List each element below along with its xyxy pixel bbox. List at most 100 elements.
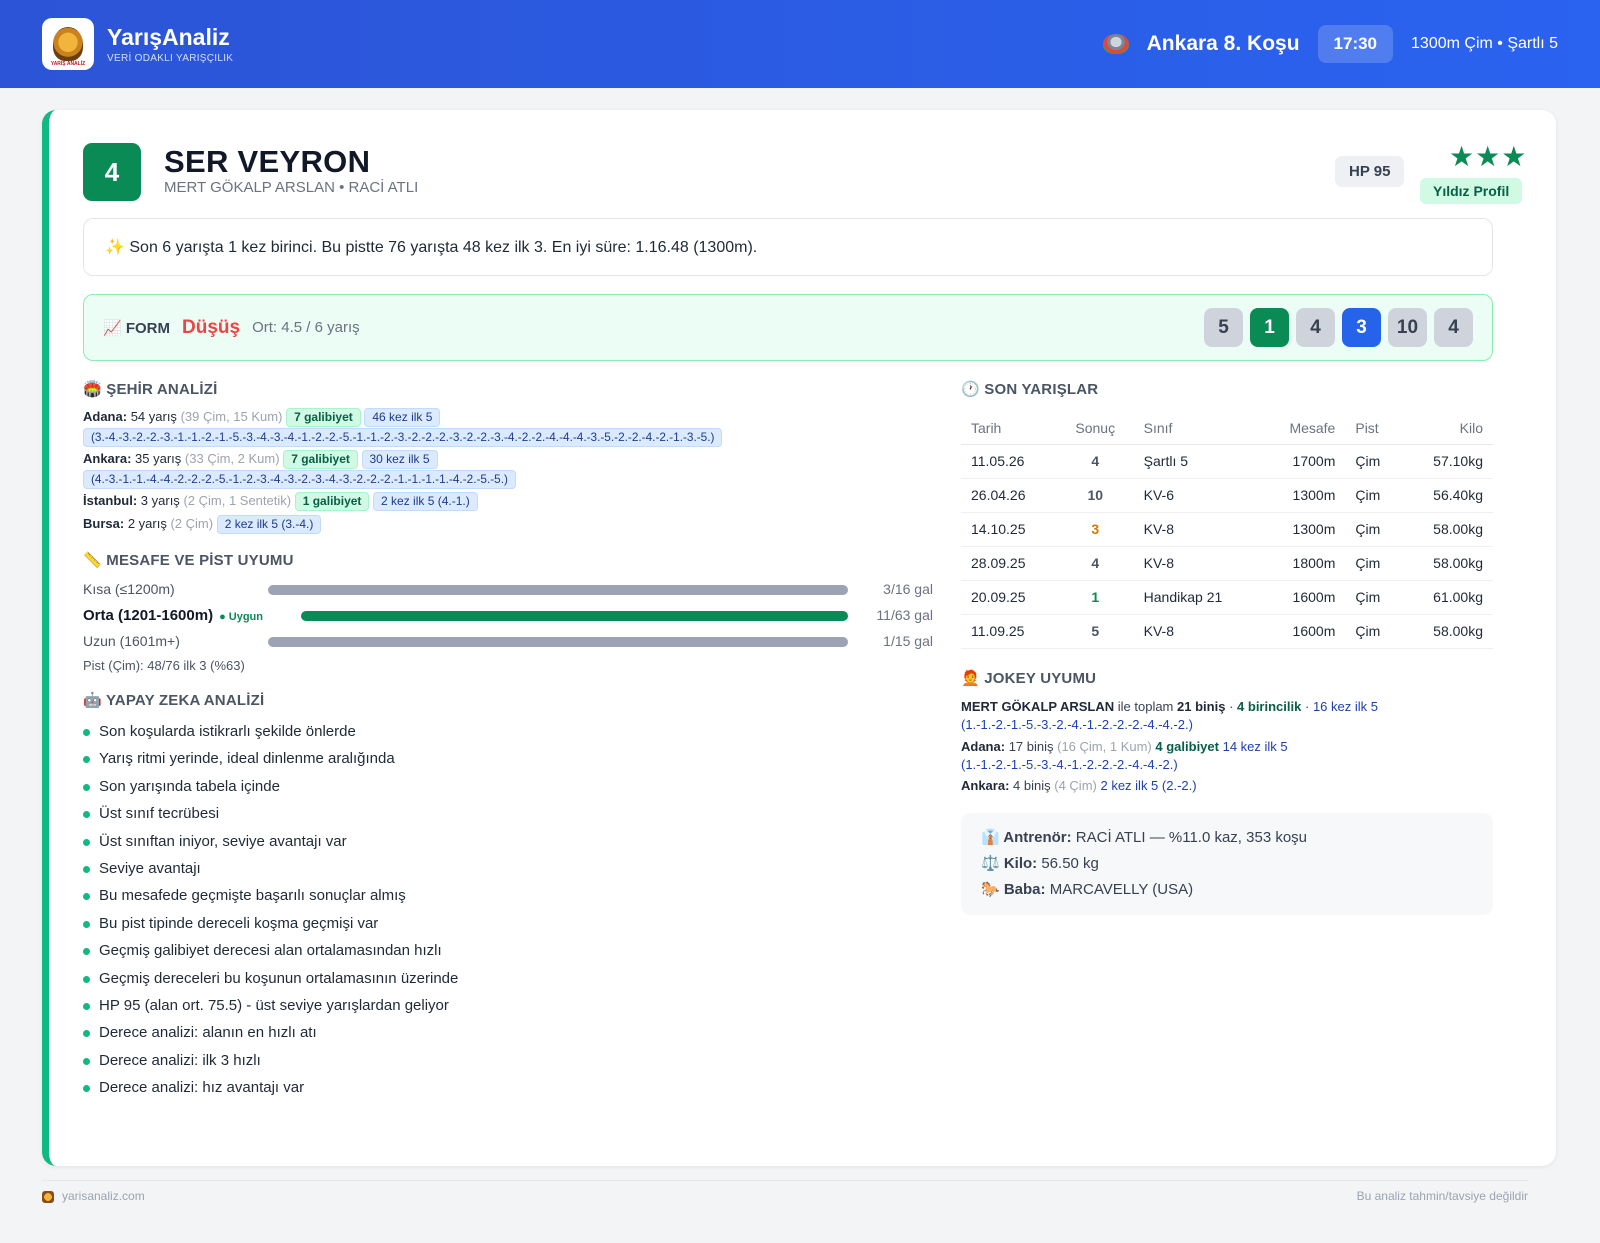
col-distance: Mesafe [1260, 412, 1346, 445]
race-result: 4 [1056, 546, 1134, 581]
horse-card: 4 SER VEYRON MERT GÖKALP ARSLAN • RACİ A… [42, 110, 1556, 1166]
race-date: 11.05.26 [961, 444, 1057, 479]
brand-tagline: VERİ ODAKLI YARIŞÇILIK [107, 53, 234, 64]
top5-tag: 2 kez ilk 5 (3.-4.) [216, 515, 322, 534]
hp-badge: HP 95 [1335, 156, 1405, 187]
ai-item: Geçmiş dereceleri bu koşunun ortalamasın… [83, 965, 933, 992]
race-track: Çim [1345, 546, 1404, 581]
ai-item: Bu pist tipinde dereceli koşma geçmişi v… [83, 910, 933, 937]
disclaimer: Bu analiz tahmin/tavsiye değildir [1356, 1189, 1528, 1203]
table-row[interactable]: 14.10.25 3 KV-8 1300m Çim 58.00kg [961, 512, 1493, 547]
jockey-sequence: (1.-1.-2.-1.-5.-3.-4.-1.-2.-2.-2.-4.-4.-… [961, 756, 1178, 772]
table-row[interactable]: 20.09.25 1 Handikap 21 1600m Çim 61.00kg [961, 580, 1493, 615]
form-result: 10 [1388, 308, 1427, 347]
jockey-name: MERT GÖKALP ARSLAN [961, 698, 1115, 714]
horse-name: SER VEYRON [164, 144, 371, 179]
jockey-city-row: Adana: 17 biniş (16 Çim, 1 Kum) 4 galibi… [961, 738, 1493, 774]
form-result: 4 [1296, 308, 1335, 347]
form-result: 1 [1250, 308, 1289, 347]
race-class: KV-8 [1133, 546, 1261, 581]
weight-value: 56.50 kg [1041, 854, 1099, 872]
form-trend: Düşüş [182, 316, 241, 338]
distance-row: Uzun (1601m+) 1/15 gal [83, 629, 933, 655]
distance-label: Orta (1201-1600m) [83, 607, 214, 624]
star-rating-icon: ★★★ [1449, 141, 1528, 172]
col-class: Sınıf [1133, 412, 1261, 445]
ai-item: Üst sınıf tecrübesi [83, 800, 933, 827]
footer-site: yarisanaliz.com [42, 1189, 145, 1203]
info-box: 👔 Antrenör: RACİ ATLI — %11.0 kaz, 353 k… [961, 812, 1493, 915]
race-date: 26.04.26 [961, 478, 1057, 513]
jockey-title: 🧑‍🦰 JOKEY UYUMU [961, 669, 1097, 687]
top5-count: 2 kez ilk 5 (2.-2.) [1100, 777, 1197, 793]
city-name: Ankara: [83, 451, 132, 466]
city-name: Adana: [961, 738, 1006, 754]
distance-bar [301, 611, 848, 621]
form-result: 3 [1342, 308, 1381, 347]
race-weight: 58.00kg [1403, 512, 1493, 547]
jockey-text: ile toplam [1117, 698, 1174, 714]
weight-label: ⚖️ Kilo: [981, 854, 1038, 872]
ai-item: Yarış ritmi yerinde, ideal dinlenme aral… [83, 745, 933, 772]
distance-label: Uzun (1601m+) [83, 633, 180, 649]
separator: · [1304, 698, 1310, 714]
recent-races-title: 🕐 SON YARIŞLAR [961, 381, 1099, 398]
city-detail: (2 Çim, 1 Sentetik) [183, 493, 292, 508]
logo[interactable]: YARIŞ ANALİZ [42, 18, 94, 70]
jockey-sequence: (1.-1.-2.-1.-5.-3.-2.-4.-1.-2.-2.-2.-4.-… [961, 716, 1193, 732]
race-distance: 1700m [1260, 444, 1346, 479]
brand-name: YarışAnaliz [107, 24, 230, 50]
race-class: KV-8 [1133, 512, 1261, 547]
race-distance: 1300m [1260, 478, 1346, 513]
city-row: Bursa: 2 yarış (2 Çim) 2 kez ilk 5 (3.-4… [83, 514, 933, 534]
race-class: KV-6 [1133, 478, 1261, 513]
race-date: 14.10.25 [961, 512, 1057, 547]
city-detail: (4 Çim) [1054, 777, 1097, 793]
distance-label-active: Orta (1201-1600m) ● Uygun [83, 607, 263, 624]
logo-text: YARIŞ ANALİZ [50, 61, 86, 67]
jockey-summary: MERT GÖKALP ARSLAN ile toplam 21 biniş ·… [961, 698, 1493, 734]
site-link[interactable]: yarisanaliz.com [62, 1189, 145, 1203]
table-row[interactable]: 11.05.26 4 Şartlı 5 1700m Çim 57.10kg [961, 444, 1493, 479]
ai-item: Derece analizi: hız avantajı var [83, 1074, 933, 1101]
distance-bar [268, 585, 848, 595]
distance-row: Kısa (≤1200m) 3/16 gal [83, 577, 933, 603]
city-detail: (16 Çim, 1 Kum) [1057, 738, 1152, 754]
distance-list: Kısa (≤1200m) 3/16 gal Orta (1201-1600m) ●… [83, 577, 933, 655]
city-name: Bursa: [83, 516, 125, 531]
jockey-total: 21 biniş [1177, 698, 1226, 714]
table-row[interactable]: 28.09.25 4 KV-8 1800m Çim 58.00kg [961, 546, 1493, 581]
city-count: 17 biniş [1008, 738, 1054, 754]
recent-races-table: Tarih Sonuç Sınıf Mesafe Pist Kilo 11.05… [961, 412, 1493, 649]
top5-tag: 46 kez ilk 5 [364, 408, 441, 427]
track-stat: Pist (Çim): 48/76 ilk 3 (%63) [83, 658, 245, 673]
city-count: 3 yarış [140, 493, 180, 508]
race-distance: 1300m [1260, 512, 1346, 547]
table-row[interactable]: 11.09.25 5 KV-8 1600m Çim 58.00kg [961, 614, 1493, 649]
trainer-label: 👔 Antrenör: [981, 828, 1072, 846]
sire-row: 🐎 Baba: MARCAVELLY (USA) [981, 877, 1473, 903]
right-column: 🕐 SON YARIŞLAR Tarih Sonuç Sınıf Mesafe … [961, 380, 1493, 915]
table-row[interactable]: 26.04.26 10 KV-6 1300m Çim 56.40kg [961, 478, 1493, 513]
race-track: Çim [1345, 580, 1404, 615]
fit-indicator: ● Uygun [219, 611, 264, 623]
top5-count: 14 kez ilk 5 [1222, 738, 1288, 754]
race-info: Ankara 8. Koşu 17:30 1300m Çim • Şartlı … [1102, 25, 1558, 63]
race-class: KV-8 [1133, 614, 1261, 649]
profile-badge: Yıldız Profil [1420, 178, 1523, 204]
race-date: 28.09.25 [961, 546, 1057, 581]
race-result: 4 [1056, 444, 1134, 479]
trainer-value: RACİ ATLI — %11.0 kaz, 353 koşu [1075, 828, 1308, 846]
race-date: 11.09.25 [961, 614, 1057, 649]
race-class: Handikap 21 [1133, 580, 1261, 615]
race-time-badge: 17:30 [1317, 25, 1394, 63]
city-row: İstanbul: 3 yarış (2 Çim, 1 Sentetik) 1 … [83, 491, 933, 511]
form-result: 5 [1204, 308, 1243, 347]
win-count: 4 galibiyet [1155, 738, 1219, 754]
race-distance: 1800m [1260, 546, 1346, 581]
trainer-row: 👔 Antrenör: RACİ ATLI — %11.0 kaz, 353 k… [981, 825, 1473, 851]
race-weight: 61.00kg [1403, 580, 1493, 615]
city-detail: (39 Çim, 15 Kum) [180, 409, 283, 424]
ai-item: Bu mesafede geçmişte başarılı sonuçlar a… [83, 882, 933, 909]
race-result: 5 [1056, 614, 1134, 649]
